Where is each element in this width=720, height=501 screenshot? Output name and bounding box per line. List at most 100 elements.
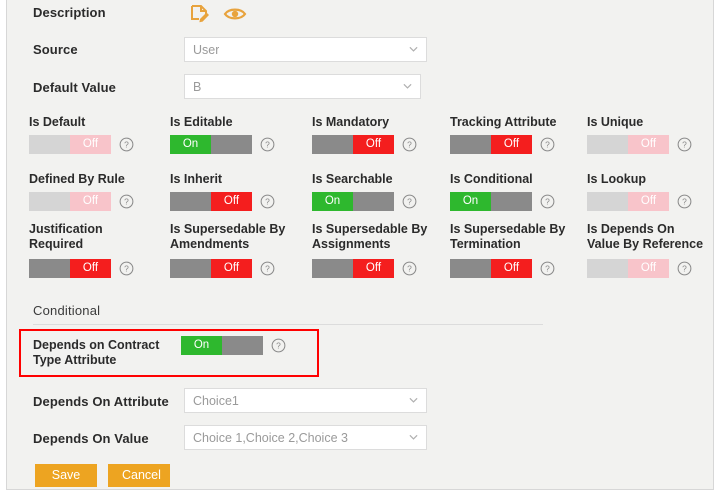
toggle-control: Off? bbox=[587, 192, 692, 211]
toggle-group: Is Conditional On? bbox=[450, 172, 555, 211]
source-dropdown[interactable]: User bbox=[184, 37, 427, 62]
toggle-track bbox=[29, 259, 70, 278]
toggle-control: Off? bbox=[29, 259, 134, 278]
depends-on-attribute-row: Depends On Attribute bbox=[33, 394, 169, 409]
toggle-track bbox=[450, 259, 491, 278]
toggle-label: Is Unique bbox=[587, 115, 644, 129]
svg-text:?: ? bbox=[407, 140, 412, 150]
toggle-control: Off? bbox=[170, 192, 275, 211]
save-button[interactable]: Save bbox=[35, 464, 97, 487]
toggle-control: Off? bbox=[450, 135, 557, 154]
help-icon[interactable]: ? bbox=[677, 137, 692, 152]
toggle-switch[interactable]: Off bbox=[170, 259, 252, 278]
default-value-dropdown[interactable]: B bbox=[184, 74, 421, 99]
toggle-label: Is Supersedable By Assignments bbox=[312, 222, 428, 251]
help-icon[interactable]: ? bbox=[540, 261, 555, 276]
svg-text:?: ? bbox=[407, 197, 412, 207]
toggle-label: Tracking Attribute bbox=[450, 115, 557, 129]
toggle-state-label: Off bbox=[70, 259, 111, 278]
depends-on-attribute-dropdown[interactable]: Choice1 bbox=[184, 388, 427, 413]
toggle-label: Justification Required bbox=[29, 222, 103, 251]
toggle-control: On? bbox=[170, 135, 275, 154]
toggle-state-label: Off bbox=[491, 135, 532, 154]
toggle-control: Off? bbox=[450, 259, 565, 278]
toggle-switch[interactable]: Off bbox=[450, 259, 532, 278]
chevron-down-icon bbox=[409, 432, 418, 441]
eye-icon[interactable] bbox=[223, 5, 247, 23]
toggle-label: Is Mandatory bbox=[312, 115, 390, 129]
toggle-label: Defined By Rule bbox=[29, 172, 125, 186]
svg-text:?: ? bbox=[407, 264, 412, 274]
toggle-track bbox=[587, 135, 628, 154]
help-icon[interactable]: ? bbox=[402, 194, 417, 209]
toggle-track bbox=[587, 259, 628, 278]
svg-text:?: ? bbox=[276, 341, 281, 351]
toggle-control: Off? bbox=[29, 135, 134, 154]
toggle-group: Is Mandatory Off? bbox=[312, 115, 417, 154]
depends-on-value-dropdown[interactable]: Choice 1,Choice 2,Choice 3 bbox=[184, 425, 427, 450]
toggle-group: Defined By Rule Off? bbox=[29, 172, 134, 211]
toggle-label: Is Searchable bbox=[312, 172, 393, 186]
toggle-group: Is Supersedable By Assignments Off? bbox=[312, 222, 427, 278]
toggle-switch[interactable]: On bbox=[170, 135, 252, 154]
attribute-settings-panel: Description Source User Default Value B … bbox=[6, 0, 714, 490]
edit-document-icon[interactable] bbox=[190, 4, 211, 24]
toggle-label: Depends on Contract Type Attribute bbox=[33, 338, 160, 367]
toggle-group: Justification Required Off? bbox=[29, 222, 134, 278]
cancel-button[interactable]: Cancel bbox=[108, 464, 170, 487]
toggle-switch[interactable]: Off bbox=[312, 135, 394, 154]
help-icon[interactable]: ? bbox=[540, 137, 555, 152]
toggle-switch[interactable]: Off bbox=[29, 259, 111, 278]
depends-on-attribute-value: Choice1 bbox=[193, 393, 239, 408]
toggle-control: On? bbox=[450, 192, 555, 211]
help-icon[interactable]: ? bbox=[677, 194, 692, 209]
toggle-state-label: Off bbox=[70, 135, 111, 154]
description-label: Description bbox=[33, 5, 106, 20]
help-icon[interactable]: ? bbox=[677, 261, 692, 276]
toggle-switch: Off bbox=[587, 135, 669, 154]
help-icon[interactable]: ? bbox=[260, 261, 275, 276]
help-icon[interactable]: ? bbox=[260, 194, 275, 209]
source-value: User bbox=[193, 42, 220, 57]
toggle-track bbox=[353, 192, 394, 211]
toggle-label: Is Inherit bbox=[170, 172, 223, 186]
toggle-switch[interactable]: Off bbox=[450, 135, 532, 154]
toggle-switch[interactable]: Off bbox=[312, 259, 394, 278]
svg-text:?: ? bbox=[265, 140, 270, 150]
help-icon[interactable]: ? bbox=[402, 261, 417, 276]
toggle-group: Is Supersedable By Amendments Off? bbox=[170, 222, 285, 278]
toggle-control: Off? bbox=[587, 259, 703, 278]
toggle-track bbox=[29, 135, 70, 154]
help-icon[interactable]: ? bbox=[119, 194, 134, 209]
toggle-switch[interactable]: On bbox=[312, 192, 394, 211]
depends-on-attribute-label: Depends On Attribute bbox=[33, 394, 169, 409]
toggle-switch[interactable]: Off bbox=[170, 192, 252, 211]
help-icon[interactable]: ? bbox=[540, 194, 555, 209]
toggle-label: Is Supersedable By Termination bbox=[450, 222, 566, 251]
toggle-state-label: Off bbox=[353, 259, 394, 278]
section-divider bbox=[33, 324, 543, 325]
toggle-switch[interactable]: On bbox=[450, 192, 532, 211]
toggle-state-label: Off bbox=[353, 135, 394, 154]
help-icon[interactable]: ? bbox=[402, 137, 417, 152]
toggle-group: Is Searchable On? bbox=[312, 172, 417, 211]
toggle-control: Off? bbox=[29, 192, 134, 211]
chevron-down-icon bbox=[409, 44, 418, 53]
svg-text:?: ? bbox=[265, 197, 270, 207]
toggle-state-label: On bbox=[450, 192, 491, 211]
help-icon[interactable]: ? bbox=[260, 137, 275, 152]
svg-text:?: ? bbox=[124, 197, 129, 207]
description-row: Description bbox=[33, 5, 106, 20]
toggle-label: Is Supersedable By Amendments bbox=[170, 222, 286, 251]
toggle-switch: Off bbox=[29, 192, 111, 211]
help-icon[interactable]: ? bbox=[119, 261, 134, 276]
help-icon[interactable]: ? bbox=[271, 338, 286, 353]
svg-text:?: ? bbox=[124, 264, 129, 274]
default-value-row: Default Value bbox=[33, 80, 116, 95]
toggle-state-label: Off bbox=[628, 259, 669, 278]
toggle-switch[interactable]: On bbox=[181, 336, 263, 355]
toggle-track bbox=[29, 192, 70, 211]
help-icon[interactable]: ? bbox=[119, 137, 134, 152]
toggle-group: Is Default Off? bbox=[29, 115, 134, 154]
toggle-track bbox=[312, 135, 353, 154]
